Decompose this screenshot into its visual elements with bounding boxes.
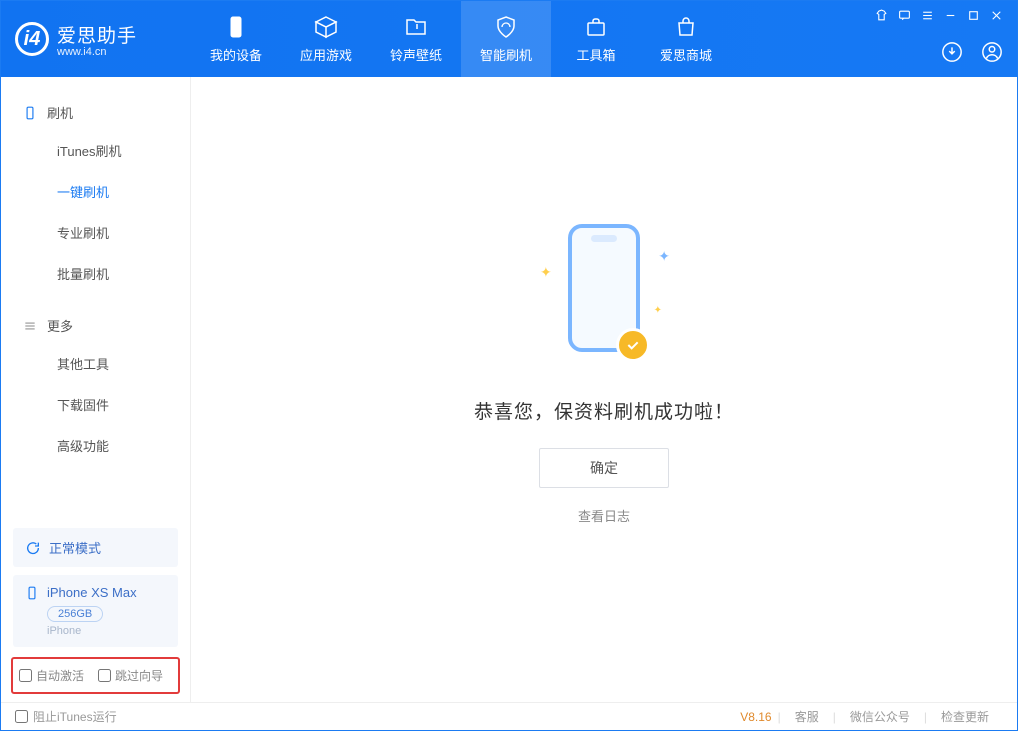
nav-label: 工具箱 xyxy=(576,45,615,64)
skin-icon[interactable] xyxy=(875,9,888,22)
flash-options-highlight: 自动激活 跳过向导 xyxy=(11,657,180,694)
status-bar: 阻止iTunes运行 V8.16 | 客服 | 微信公众号 | 检查更新 xyxy=(1,702,1017,730)
success-message: 恭喜您，保资料刷机成功啦！ xyxy=(474,397,734,424)
footer-link-wechat[interactable]: 微信公众号 xyxy=(850,708,910,725)
bag-icon xyxy=(673,14,699,40)
sync-icon xyxy=(25,540,41,556)
list-icon xyxy=(23,319,37,333)
logo[interactable]: i4 爱思助手 www.i4.cn xyxy=(15,21,191,58)
mode-indicator[interactable]: 正常模式 xyxy=(13,528,178,567)
device-card[interactable]: iPhone XS Max 256GB iPhone xyxy=(13,575,178,647)
toolbox-icon xyxy=(583,14,609,40)
phone-illustration-icon xyxy=(568,224,640,352)
view-log-link[interactable]: 查看日志 xyxy=(578,506,630,525)
footer-link-update[interactable]: 检查更新 xyxy=(941,708,989,725)
nav-label: 我的设备 xyxy=(210,45,262,64)
phone-outline-icon xyxy=(23,106,37,120)
feedback-icon[interactable] xyxy=(898,9,911,22)
checkbox-skip-guide[interactable]: 跳过向导 xyxy=(98,667,163,684)
sidebar-group-label: 刷机 xyxy=(47,103,73,122)
ok-button[interactable]: 确定 xyxy=(539,448,669,488)
sidebar-group-label: 更多 xyxy=(47,316,73,335)
nav-flash[interactable]: 智能刷机 xyxy=(461,1,551,77)
app-url: www.i4.cn xyxy=(57,46,137,58)
checkbox-label: 自动激活 xyxy=(36,667,84,684)
footer-link-service[interactable]: 客服 xyxy=(795,708,819,725)
auto-activate-input[interactable] xyxy=(19,669,32,682)
sidebar: 刷机 iTunes刷机 一键刷机 专业刷机 批量刷机 更多 其他工具 下载固件 … xyxy=(1,77,191,702)
sidebar-item-batch-flash[interactable]: 批量刷机 xyxy=(1,253,190,294)
sidebar-item-oneclick-flash[interactable]: 一键刷机 xyxy=(1,171,190,212)
checkbox-label: 跳过向导 xyxy=(115,667,163,684)
nav-apps[interactable]: 应用游戏 xyxy=(281,1,371,77)
checkbox-auto-activate[interactable]: 自动激活 xyxy=(19,667,84,684)
skip-guide-input[interactable] xyxy=(98,669,111,682)
close-button[interactable] xyxy=(990,9,1003,22)
version-label: V8.16 xyxy=(740,710,771,724)
checkbox-block-itunes[interactable]: 阻止iTunes运行 xyxy=(15,708,117,725)
sidebar-item-other-tools[interactable]: 其他工具 xyxy=(1,343,190,384)
download-icon[interactable] xyxy=(941,41,963,63)
device-capacity-badge: 256GB xyxy=(47,606,103,622)
folder-music-icon xyxy=(403,14,429,40)
maximize-button[interactable] xyxy=(967,9,980,22)
top-nav: 我的设备 应用游戏 铃声壁纸 智能刷机 工具箱 爱思商城 xyxy=(191,1,731,77)
sidebar-group-flash: 刷机 xyxy=(1,95,190,130)
device-type: iPhone xyxy=(47,625,166,637)
menu-icon[interactable] xyxy=(921,9,934,22)
account-icon[interactable] xyxy=(981,41,1003,63)
nav-label: 铃声壁纸 xyxy=(390,45,442,64)
mode-label: 正常模式 xyxy=(49,538,101,557)
shield-sync-icon xyxy=(493,14,519,40)
nav-my-device[interactable]: 我的设备 xyxy=(191,1,281,77)
nav-ringtones[interactable]: 铃声壁纸 xyxy=(371,1,461,77)
device-name: iPhone XS Max xyxy=(47,585,137,600)
nav-label: 应用游戏 xyxy=(300,45,352,64)
nav-label: 智能刷机 xyxy=(480,45,532,64)
sidebar-group-more: 更多 xyxy=(1,308,190,343)
logo-icon: i4 xyxy=(15,22,49,56)
minimize-button[interactable] xyxy=(944,9,957,22)
window-controls xyxy=(875,9,1003,22)
app-name: 爱思助手 xyxy=(57,21,137,48)
cube-icon xyxy=(313,14,339,40)
block-itunes-input[interactable] xyxy=(15,710,28,723)
sidebar-item-itunes-flash[interactable]: iTunes刷机 xyxy=(1,130,190,171)
sidebar-item-advanced[interactable]: 高级功能 xyxy=(1,425,190,466)
sidebar-item-download-firmware[interactable]: 下载固件 xyxy=(1,384,190,425)
nav-store[interactable]: 爱思商城 xyxy=(641,1,731,77)
checkbox-label: 阻止iTunes运行 xyxy=(33,708,117,725)
device-phone-icon xyxy=(25,586,39,600)
nav-label: 爱思商城 xyxy=(660,45,712,64)
sidebar-item-pro-flash[interactable]: 专业刷机 xyxy=(1,212,190,253)
nav-toolbox[interactable]: 工具箱 xyxy=(551,1,641,77)
app-header: i4 爱思助手 www.i4.cn 我的设备 应用游戏 铃声壁纸 智能刷机 工具… xyxy=(1,1,1017,77)
phone-icon xyxy=(223,14,249,40)
check-badge-icon xyxy=(616,328,650,362)
success-illustration: ✦ ✦ ✦ xyxy=(568,254,640,352)
main-content: ✦ ✦ ✦ 恭喜您，保资料刷机成功啦！ 确定 查看日志 xyxy=(191,77,1017,702)
